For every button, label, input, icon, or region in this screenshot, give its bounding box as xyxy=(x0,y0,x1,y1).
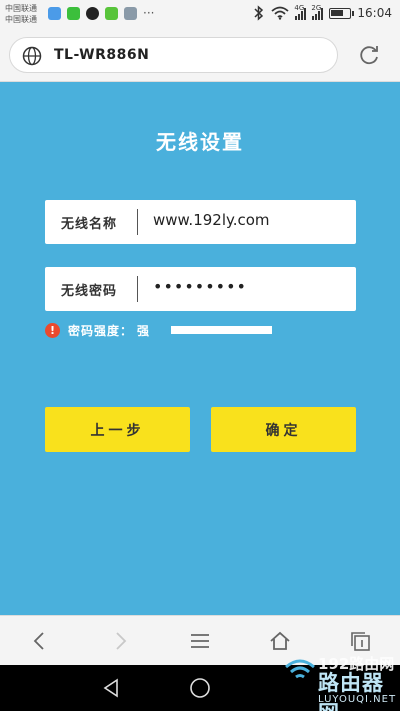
nav-home-icon[interactable] xyxy=(188,676,212,700)
password-input[interactable]: ••••••••• xyxy=(153,277,343,296)
carrier-label-2: 中国联通 xyxy=(5,15,37,24)
password-label: 无线密码 xyxy=(61,284,118,299)
globe-icon xyxy=(22,46,42,66)
url-field[interactable]: TL-WR886N xyxy=(9,37,338,73)
home-icon[interactable] xyxy=(268,629,292,653)
carrier-label-1: 中国联通 xyxy=(5,4,37,13)
nav-back-icon[interactable] xyxy=(99,676,123,700)
reload-icon[interactable] xyxy=(356,42,382,68)
url-text: TL-WR886N xyxy=(54,47,150,63)
field-divider xyxy=(137,276,138,302)
field-divider xyxy=(137,209,138,235)
forward-icon[interactable] xyxy=(108,629,132,653)
ssid-field: 无线名称 xyxy=(45,200,356,244)
network-type-2: 2G xyxy=(311,4,322,12)
battery-icon xyxy=(329,7,355,19)
signal-strength-icon-1: 4G xyxy=(294,4,307,20)
gallery-app-icon xyxy=(124,7,137,20)
wechat-icon xyxy=(67,7,80,20)
back-icon[interactable] xyxy=(28,629,52,653)
ssid-input[interactable] xyxy=(153,211,343,229)
tabs-icon[interactable] xyxy=(348,629,372,653)
notification-icons: ··· xyxy=(48,7,154,20)
watermark-domain: LUYOUQI.NET xyxy=(318,694,397,705)
battery-level xyxy=(331,9,344,16)
status-bar: 中国联通 中国联通 ··· 4G 2G 16:04 xyxy=(0,0,400,30)
strength-value: 强 xyxy=(137,323,150,338)
signal-strength-icon-2: 2G xyxy=(311,4,324,20)
confirm-button[interactable]: 确定 xyxy=(211,407,356,452)
message-app-icon xyxy=(105,7,118,20)
notification-app-icon xyxy=(48,7,61,20)
password-field: 无线密码 ••••••••• xyxy=(45,267,356,311)
menu-icon[interactable] xyxy=(188,629,212,653)
page-title: 无线设置 xyxy=(156,130,244,154)
browser-address-bar: TL-WR886N xyxy=(0,30,400,82)
prev-step-button[interactable]: 上一步 xyxy=(45,407,190,452)
network-type-1: 4G xyxy=(294,4,305,12)
warning-icon: ! xyxy=(45,322,60,338)
strength-bar xyxy=(171,326,272,334)
more-notifications-icon: ··· xyxy=(143,6,155,20)
bluetooth-icon xyxy=(254,5,264,21)
wifi-icon xyxy=(271,6,289,20)
wifi-logo-icon xyxy=(285,659,315,679)
strength-label: 密码强度： xyxy=(68,323,134,338)
site-watermark: 192路由网 路由器网 LUYOUQI.NET xyxy=(282,653,400,711)
carrier-labels: 中国联通 中国联通 xyxy=(5,3,37,25)
password-strength: ! 密码强度： 强 xyxy=(45,322,149,338)
clock: 16:04 xyxy=(357,6,392,20)
qq-icon xyxy=(86,7,99,20)
ssid-label: 无线名称 xyxy=(61,217,118,232)
status-indicators: 4G 2G 16:04 xyxy=(253,4,392,21)
